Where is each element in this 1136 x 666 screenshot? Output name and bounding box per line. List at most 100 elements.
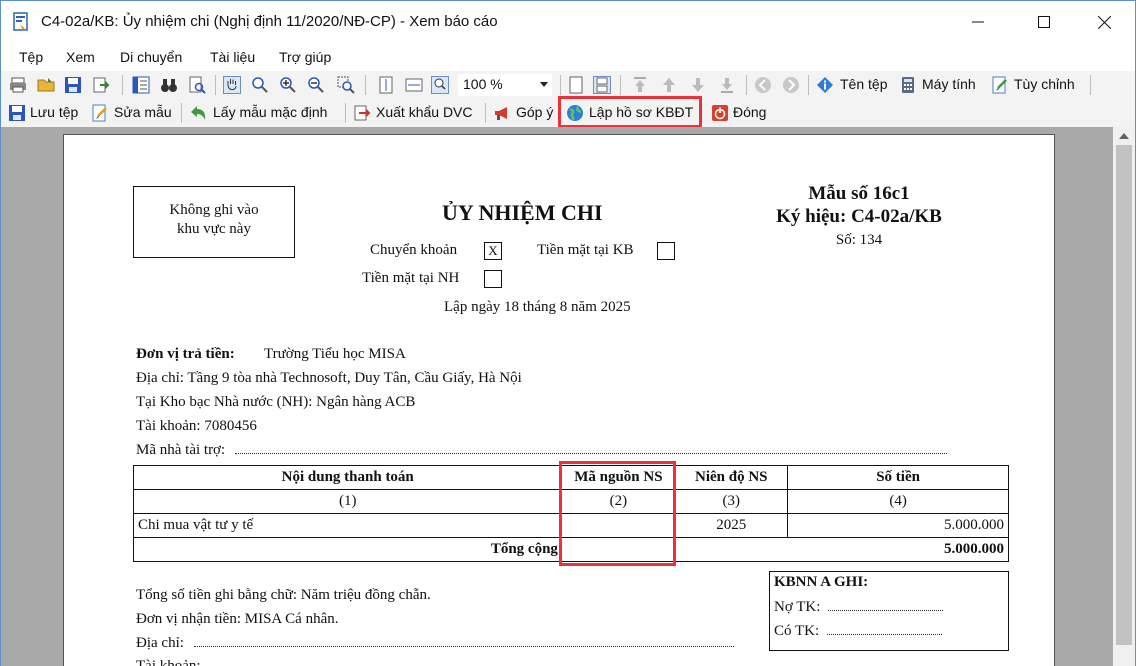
view-toolbar: 100 % Tên tệp Máy tính Tùy chỉnh: [1, 71, 1135, 99]
table-of-contents-icon[interactable]: [132, 76, 150, 94]
file-name-button[interactable]: Tên tệp: [840, 76, 887, 92]
form-symbol: Ký hiệu: C4-02a/KB: [776, 206, 942, 227]
next-page-icon[interactable]: [689, 76, 707, 94]
row-budget-year: 2025: [674, 513, 789, 538]
col-number-4: (4): [787, 489, 1009, 514]
menu-navigate[interactable]: Di chuyển: [120, 49, 182, 65]
payer-name: Trường Tiểu học MISA: [264, 346, 406, 362]
single-page-icon[interactable]: [567, 76, 585, 94]
previous-page-icon[interactable]: [660, 76, 678, 94]
credit-label: Có TK:: [774, 623, 820, 639]
transfer-checkbox[interactable]: X: [484, 242, 502, 260]
receiver-address-dots: [193, 646, 734, 647]
open-folder-icon[interactable]: [37, 76, 55, 94]
minimize-icon: [972, 21, 984, 23]
sponsor-code-dots: [234, 453, 947, 454]
total-year-cell: [674, 537, 788, 562]
cash-nh-label: Tiền mặt tại NH: [362, 270, 460, 286]
issue-date: Lập ngày 18 tháng 8 năm 2025: [444, 299, 631, 315]
debit-dots: [828, 610, 944, 611]
page-height-icon[interactable]: [377, 76, 395, 94]
edit-template-icon: [92, 104, 107, 122]
zoom-out-icon[interactable]: [307, 76, 325, 94]
toolbar-separator: [746, 75, 747, 95]
close-window-button[interactable]: [1081, 1, 1127, 43]
document-title: ỦY NHIỆM CHI: [442, 200, 603, 225]
hand-pan-icon[interactable]: [223, 76, 241, 94]
minimize-button[interactable]: [955, 1, 1001, 43]
receiver-account-label: Tài khoản:: [136, 658, 201, 666]
menu-file[interactable]: Tệp: [19, 49, 43, 65]
toolbar-separator: [485, 103, 486, 123]
page-search-icon[interactable]: [188, 76, 206, 94]
scroll-up-icon[interactable]: [1119, 133, 1129, 139]
header-amount: Số tiền: [787, 465, 1009, 490]
first-page-icon[interactable]: [631, 76, 649, 94]
zoom-in-icon[interactable]: [279, 76, 297, 94]
save-disk-icon[interactable]: [64, 76, 82, 94]
debit-label: Nợ TK:: [774, 599, 821, 615]
close-report-button[interactable]: Đóng: [733, 104, 766, 120]
print-icon[interactable]: [9, 76, 27, 94]
power-icon: [712, 105, 728, 121]
col-number-3: (3): [674, 489, 789, 514]
last-page-icon[interactable]: [718, 76, 736, 94]
customize-icon[interactable]: [991, 76, 1009, 94]
kbnn-box: KBNN A GHI: Nợ TK: Có TK:: [769, 571, 1009, 651]
scrollbar-thumb[interactable]: [1116, 145, 1132, 645]
receiver-account-row: Tài khoản:: [136, 658, 750, 666]
header-budget-year: Niên độ NS: [674, 465, 789, 490]
vertical-scrollbar[interactable]: [1113, 127, 1135, 666]
forward-icon[interactable]: [782, 76, 800, 94]
menu-help[interactable]: Trợ giúp: [279, 49, 331, 65]
toolbar-separator: [808, 75, 809, 95]
toolbar-separator: [560, 75, 561, 95]
zoom-area-icon[interactable]: [251, 76, 269, 94]
zoom-marquee-icon[interactable]: [337, 76, 355, 94]
transfer-label: Chuyển khoản: [370, 242, 458, 258]
header-content: Nội dung thanh toán: [132, 465, 563, 490]
zoom-select[interactable]: 100 %: [458, 74, 552, 96]
actual-size-icon[interactable]: [431, 76, 449, 94]
cash-kb-label: Tiền mặt tại KB: [537, 242, 634, 258]
customize-button[interactable]: Tùy chỉnh: [1014, 76, 1075, 92]
chevron-down-icon: [540, 82, 548, 87]
maximize-button[interactable]: [1021, 1, 1067, 43]
feedback-button[interactable]: Góp ý: [516, 104, 553, 120]
export-dvc-icon: [354, 105, 371, 121]
row-content: Chi mua vật tư y tế: [132, 513, 563, 538]
default-template-button[interactable]: Lấy mẫu mặc định: [213, 104, 327, 120]
highlight-source-code-column: [559, 461, 676, 566]
export-icon[interactable]: [92, 76, 110, 94]
calculator-button[interactable]: Máy tính: [922, 76, 976, 92]
no-write-box: Không ghi vào khu vực này: [133, 186, 295, 258]
report-viewer-window: C4-02a/KB: Ủy nhiệm chi (Nghị định 11/20…: [0, 0, 1136, 666]
page-width-icon[interactable]: [405, 76, 423, 94]
debit-row: Nợ TK:: [774, 599, 944, 616]
highlight-create-record: [558, 96, 702, 128]
back-icon[interactable]: [754, 76, 772, 94]
save-file-button[interactable]: Lưu tệp: [30, 104, 78, 120]
toolbar-separator: [181, 103, 182, 123]
title-bar: C4-02a/KB: Ủy nhiệm chi (Nghị định 11/20…: [1, 1, 1135, 43]
edit-template-button[interactable]: Sửa mẫu: [114, 104, 172, 120]
undo-arrow-icon: [191, 106, 206, 120]
menu-view[interactable]: Xem: [66, 49, 95, 65]
toolbar-separator: [365, 75, 366, 95]
menu-document[interactable]: Tài liệu: [210, 49, 255, 65]
document-number: Số: 134: [835, 232, 883, 248]
report-page: Không ghi vào khu vực này ỦY NHIỆM CHI M…: [63, 134, 1055, 666]
cash-nh-checkbox[interactable]: [484, 270, 502, 288]
payer-treasury: Tại Kho bạc Nhà nước (NH): Ngân hàng ACB: [136, 394, 416, 410]
payer-address: Địa chỉ: Tầng 9 tòa nhà Technosoft, Duy …: [136, 370, 522, 386]
calculator-icon[interactable]: [899, 76, 917, 94]
window-title: C4-02a/KB: Ủy nhiệm chi (Nghị định 11/20…: [41, 13, 498, 30]
menu-bar: Tệp Xem Di chuyển Tài liệu Trợ giúp: [1, 45, 1135, 71]
continuous-page-icon[interactable]: [593, 76, 611, 94]
find-binoculars-icon[interactable]: [160, 76, 178, 94]
export-dvc-button[interactable]: Xuất khẩu DVC: [376, 104, 473, 120]
credit-dots: [826, 634, 942, 635]
payer-account: Tài khoản: 7080456: [136, 418, 257, 434]
cash-kb-checkbox[interactable]: [657, 242, 675, 260]
info-icon[interactable]: [816, 76, 834, 94]
